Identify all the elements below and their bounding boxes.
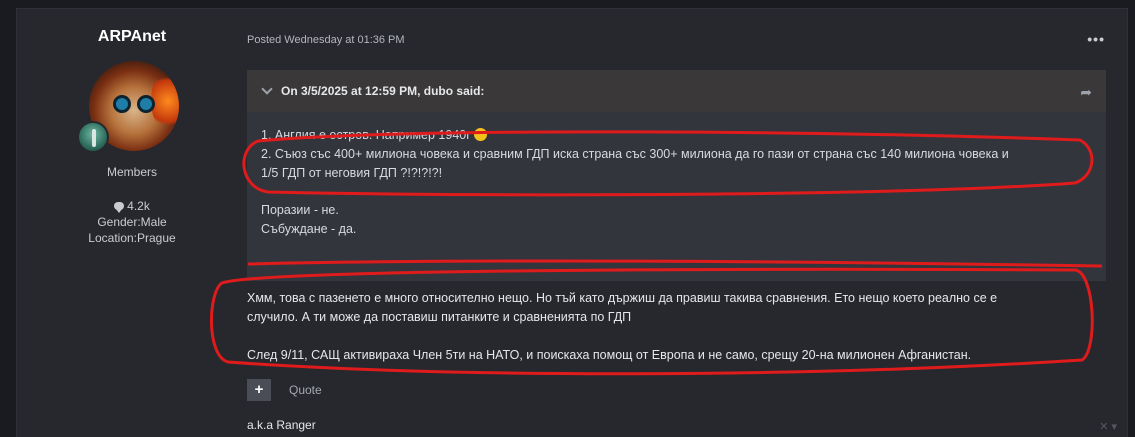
post-count-row: 4.2k <box>17 198 247 214</box>
quote-block: On 3/5/2025 at 12:59 PM, dubo said: ➦ 1.… <box>247 70 1106 281</box>
quote-body: 1. Англия е остров. Например 1940г 2. Съ… <box>247 112 1106 239</box>
chevron-down-icon[interactable] <box>261 83 273 95</box>
forum-post: ARPAnet Members 4.2k Gender:Male Locatio… <box>16 8 1128 437</box>
quote-attribution: On 3/5/2025 at 12:59 PM, dubo said: <box>281 84 485 98</box>
quote-line-1: 1. Англия е остров. Например 1940г <box>261 128 471 142</box>
author-location: Location:Prague <box>88 231 176 245</box>
quote-line-3: 1/5 ГДП от неговия ГДП ?!?!?!?! <box>261 166 443 180</box>
quote-button[interactable]: Quote <box>289 383 322 397</box>
post-actions: + Quote <box>247 379 322 401</box>
comment-icon <box>114 202 125 213</box>
reply-line-1: Хмм, това с пазенето е много относително… <box>247 291 998 305</box>
author-panel: ARPAnet Members 4.2k Gender:Male Locatio… <box>17 9 247 437</box>
quote-header[interactable]: On 3/5/2025 at 12:59 PM, dubo said: ➦ <box>247 70 1106 112</box>
quote-line-5: Събуждане - да. <box>261 222 357 236</box>
multiquote-button[interactable]: + <box>247 379 271 401</box>
author-name[interactable]: ARPAnet <box>17 28 247 46</box>
member-group: Members <box>106 165 157 179</box>
share-icon[interactable]: ➦ <box>1080 84 1092 101</box>
quote-line-4: Поразии - не. <box>261 203 339 217</box>
reply-text: Хмм, това с пазенето е много относително… <box>247 289 1097 365</box>
close-icon[interactable]: ✕ ▾ <box>1099 420 1117 433</box>
quote-line-2: 2. Съюз със 400+ милиона човека и сравни… <box>261 147 1009 161</box>
rank-badge-icon[interactable] <box>77 121 109 153</box>
post-content: Posted Wednesday at 01:36 PM ••• On 3/5/… <box>247 9 1127 437</box>
emoji-icon <box>473 128 487 141</box>
author-gender: Gender:Male <box>97 215 167 229</box>
post-count: 4.2k <box>127 199 150 213</box>
author-stats: 4.2k Gender:Male Location:Prague <box>17 198 247 246</box>
post-timestamp[interactable]: Posted Wednesday at 01:36 PM <box>247 34 405 46</box>
more-icon[interactable]: ••• <box>1087 31 1105 47</box>
reply-line-2: случило. А ти може да поставиш питанките… <box>247 310 632 324</box>
signature: a.k.a Ranger <box>247 418 316 432</box>
reply-line-3: След 9/11, САЩ активираха Член 5ти на НА… <box>247 348 972 362</box>
